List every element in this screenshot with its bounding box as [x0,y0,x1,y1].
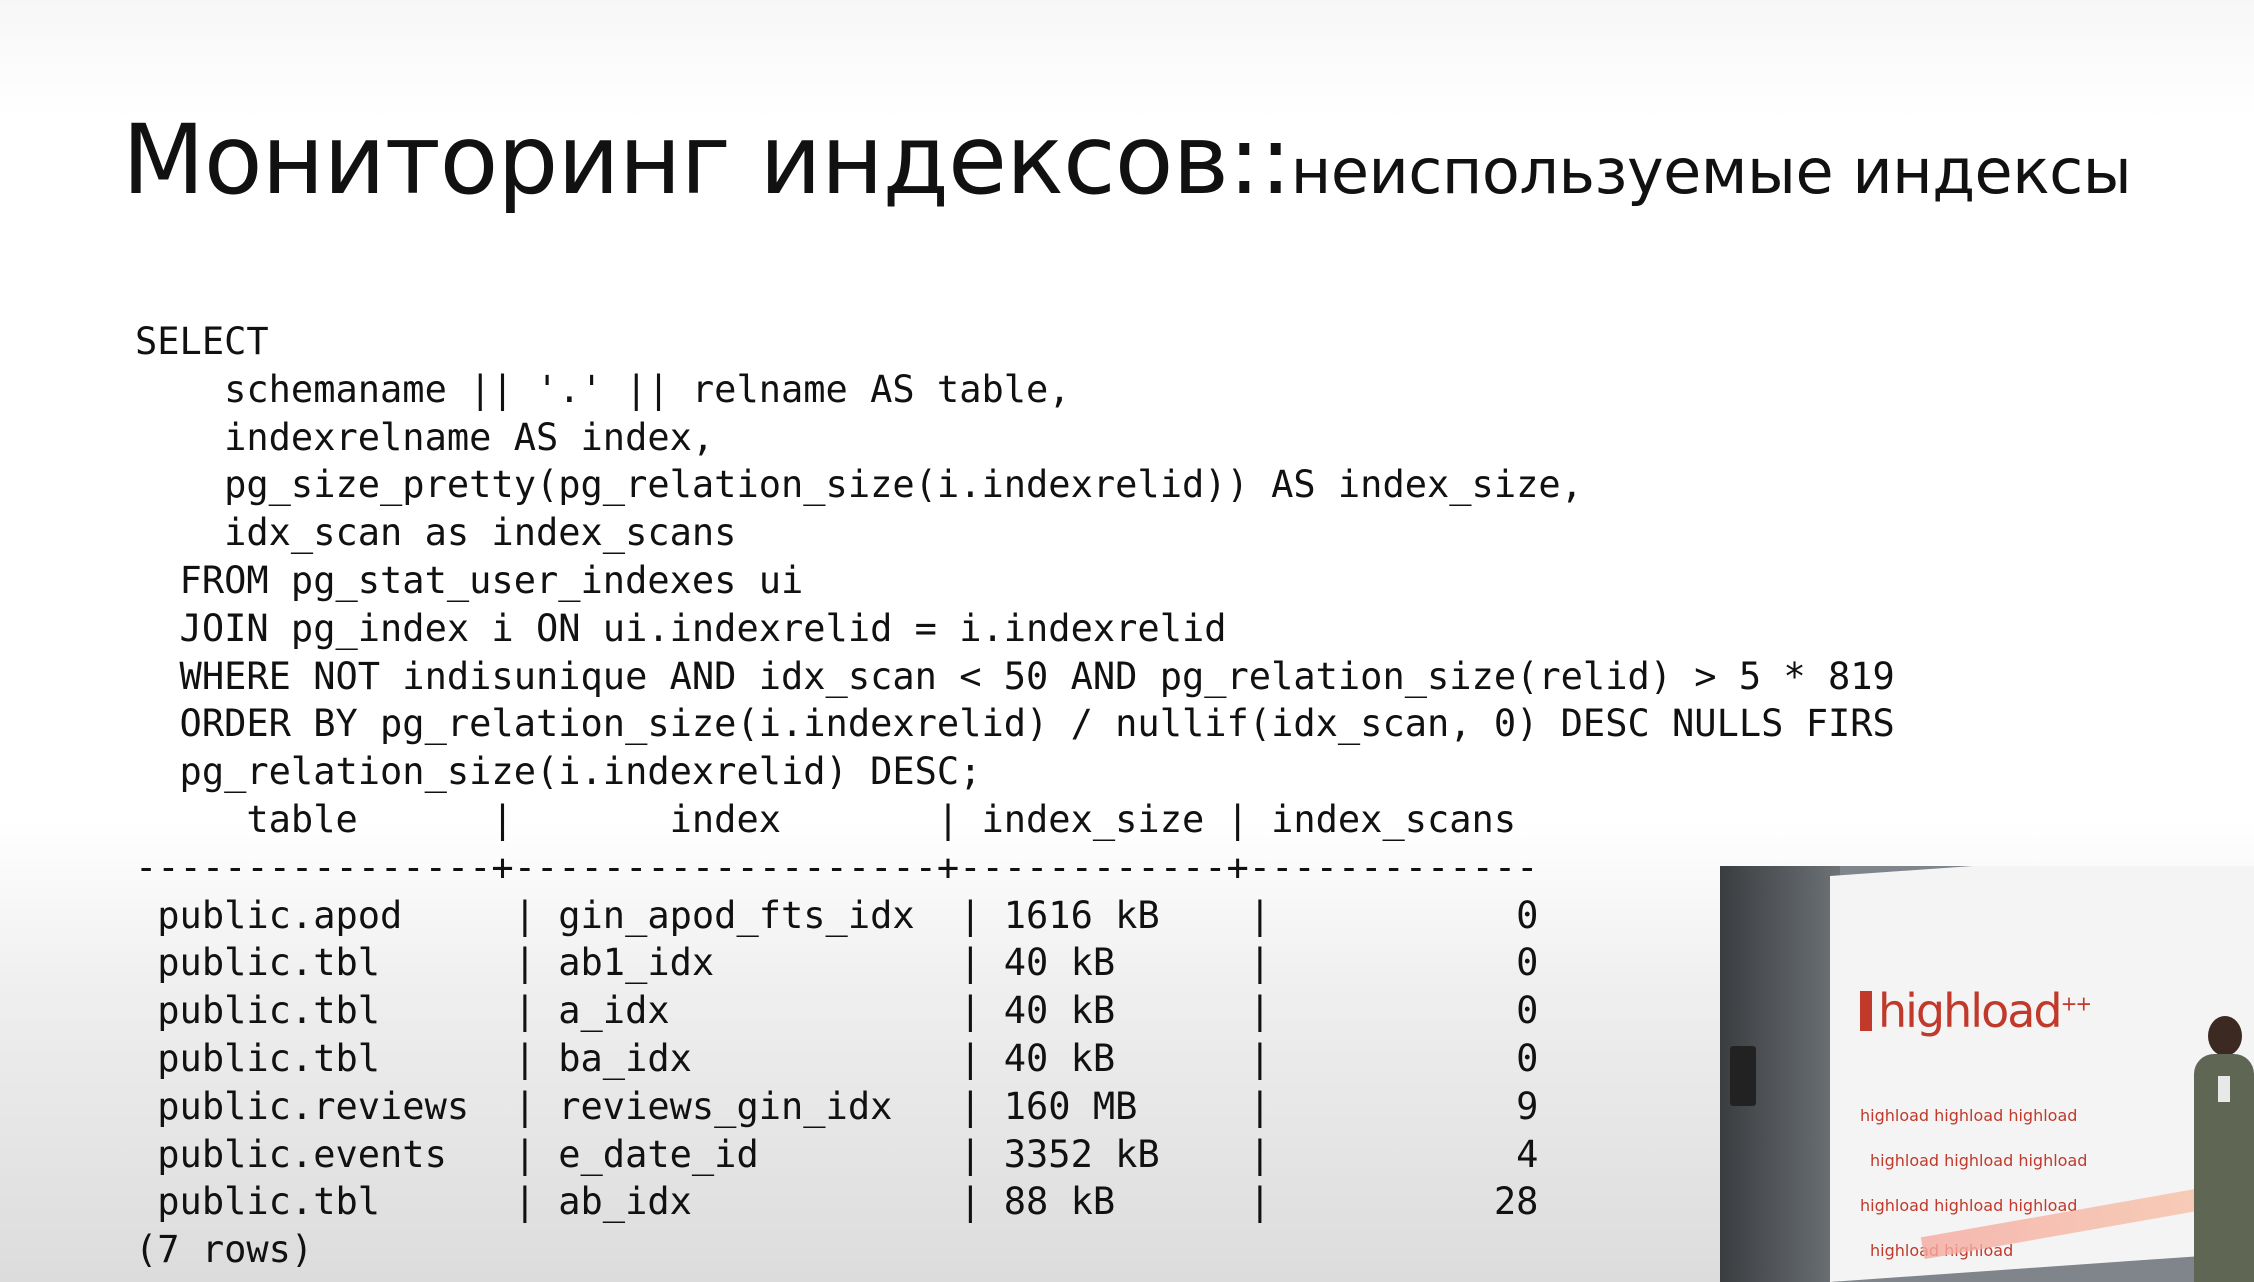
sql-line: indexrelname AS index, [135,415,715,459]
highload-logo-mark [1860,991,1872,1031]
highload-logo-sup: ++ [2060,991,2092,1016]
speaker-video-inset: highload++ highload highload highload hi… [1720,866,2254,1282]
sql-line: ORDER BY pg_relation_size(i.indexrelid) … [135,702,1895,746]
highload-logo-text: highload [1878,984,2063,1038]
speaker-badge [2218,1076,2230,1102]
result-row: public.events | e_date_id | 3352 kB | 4 [135,1132,1539,1176]
sql-line: pg_size_pretty(pg_relation_size(i.indexr… [135,463,1583,507]
sql-code-block: SELECT schemaname || '.' || relname AS t… [135,318,1895,1274]
result-row: public.apod | gin_apod_fts_idx | 1616 kB… [135,893,1539,937]
sql-line: pg_relation_size(i.indexrelid) DESC; [135,750,982,794]
result-footer: (7 rows) [135,1228,314,1272]
speaker-head [2208,1016,2242,1056]
result-row: public.tbl | ab1_idx | 40 kB | 0 [135,941,1539,985]
banner-logo-row: highload highload highload [1870,1151,2088,1170]
stage-speaker-box [1730,1046,1756,1106]
sql-line: JOIN pg_index i ON ui.indexrelid = i.ind… [135,606,1227,650]
result-row: public.tbl | ba_idx | 40 kB | 0 [135,1036,1539,1080]
sql-line: WHERE NOT indisunique AND idx_scan < 50 … [135,654,1895,698]
banner-logo-row: highload highload highload [1860,1196,2078,1215]
banner-logo-row: highload highload highload [1860,1106,2078,1125]
slide-title-main: Мониторинг индексов:: [122,104,1292,216]
sql-line: idx_scan as index_scans [135,511,737,555]
sql-line: schemaname || '.' || relname AS table, [135,367,1071,411]
sql-line: SELECT [135,320,269,363]
result-header: table | index | index_size | index_scans [135,797,1517,841]
result-separator: ----------------+-------------------+---… [135,845,1539,889]
result-row: public.tbl | ab_idx | 88 kB | 28 [135,1180,1539,1224]
result-row: public.tbl | a_idx | 40 kB | 0 [135,989,1539,1033]
sql-line: FROM pg_stat_user_indexes ui [135,558,804,602]
slide-title: Мониторинг индексов::неиспользуемые инде… [122,112,2132,208]
speaker-figure [2190,1016,2254,1282]
slide-title-sub: неиспользуемые индексы [1290,135,2132,208]
highload-logo: highload++ [1860,984,2092,1038]
result-row: public.reviews | reviews_gin_idx | 160 M… [135,1084,1539,1128]
